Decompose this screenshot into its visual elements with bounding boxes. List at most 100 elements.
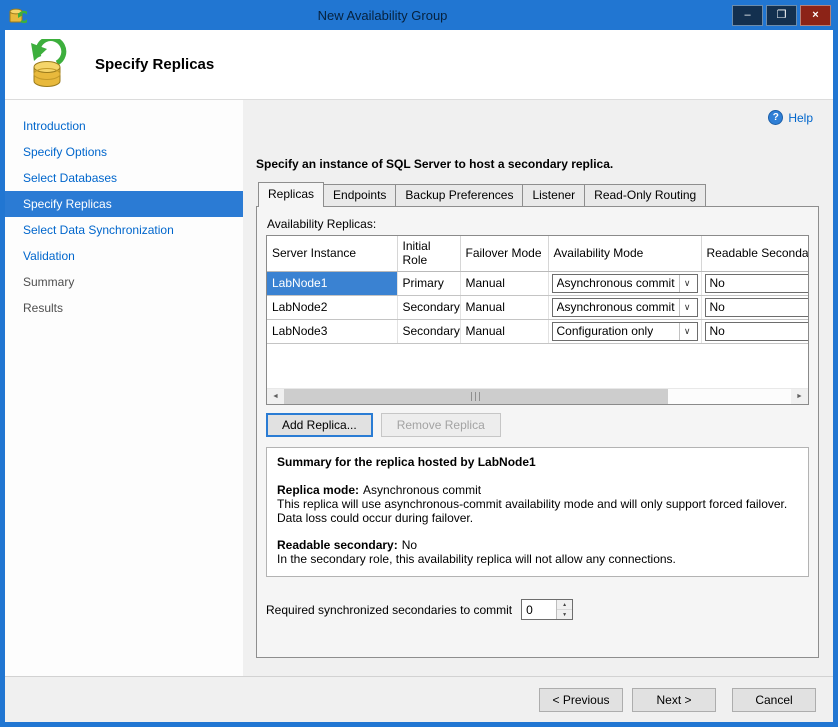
cell-readable-secondary: No	[701, 319, 809, 343]
window-body: Specify Replicas Introduction Specify Op…	[5, 30, 833, 722]
readable-secondary-description: In the secondary role, this availability…	[277, 552, 798, 566]
tab-listener[interactable]: Listener	[522, 184, 585, 206]
previous-button[interactable]: < Previous	[539, 688, 623, 712]
readable-secondary-value: No	[710, 276, 725, 290]
column-header-server-instance[interactable]: Server Instance	[267, 236, 397, 271]
availability-mode-dropdown[interactable]: Asynchronous commit ∨	[552, 274, 698, 293]
replica-summary-box: Summary for the replica hosted by LabNod…	[266, 447, 809, 577]
sidebar-item-select-data-synchronization[interactable]: Select Data Synchronization	[5, 217, 243, 243]
readable-secondary-value: No	[710, 300, 725, 314]
cell-failover-mode: Manual	[460, 271, 548, 295]
cell-initial-role: Secondary	[397, 295, 460, 319]
sidebar-item-select-databases[interactable]: Select Databases	[5, 165, 243, 191]
scroll-right-icon[interactable]: ►	[791, 389, 808, 404]
readable-secondary-line: Readable secondary: No	[277, 538, 798, 552]
titlebar[interactable]: New Availability Group – ❐ ×	[0, 0, 838, 30]
cell-server-instance[interactable]: LabNode2	[267, 295, 397, 319]
table-header-row: Server Instance Initial Role Failover Mo…	[267, 236, 809, 271]
tab-backup-preferences[interactable]: Backup Preferences	[395, 184, 523, 206]
cell-server-instance[interactable]: LabNode1	[267, 271, 397, 295]
column-header-initial-role[interactable]: Initial Role	[397, 236, 460, 271]
replica-mode-line: Replica mode: Asynchronous commit	[277, 483, 798, 497]
help-link[interactable]: ? Help	[768, 110, 813, 125]
replica-mode-value: Asynchronous commit	[363, 483, 481, 497]
tab-endpoints[interactable]: Endpoints	[323, 184, 396, 206]
availability-replicas-grid: Server Instance Initial Role Failover Mo…	[266, 235, 809, 405]
tab-strip: Replicas Endpoints Backup Preferences Li…	[256, 184, 819, 206]
sidebar-item-summary: Summary	[5, 269, 243, 295]
table-row[interactable]: LabNode1 Primary Manual Asynchronous com…	[267, 271, 809, 295]
replica-mode-description: This replica will use asynchronous-commi…	[277, 497, 798, 525]
chevron-down-icon: ∨	[679, 299, 695, 316]
replica-actions: Add Replica... Remove Replica	[266, 413, 809, 437]
horizontal-scrollbar[interactable]: ◄ ►	[267, 388, 808, 404]
column-header-readable-secondary[interactable]: Readable Secondary	[701, 236, 809, 271]
minimize-button[interactable]: –	[732, 5, 763, 26]
wizard-content: Introduction Specify Options Select Data…	[5, 100, 833, 676]
cell-server-instance[interactable]: LabNode3	[267, 319, 397, 343]
sidebar-item-validation[interactable]: Validation	[5, 243, 243, 269]
cell-initial-role: Secondary	[397, 319, 460, 343]
maximize-icon: ❐	[777, 10, 787, 21]
cell-availability-mode: Asynchronous commit ∨	[548, 295, 701, 319]
wizard-footer: < Previous Next > Cancel	[5, 676, 833, 722]
sidebar-item-specify-replicas[interactable]: Specify Replicas	[5, 191, 243, 217]
stepper-down-icon[interactable]: ▼	[557, 610, 572, 619]
replicas-tab-page: Availability Replicas: Server Instance I…	[256, 206, 819, 658]
instruction-text: Specify an instance of SQL Server to hos…	[256, 157, 819, 171]
readable-secondary-dropdown[interactable]: No	[705, 322, 810, 341]
help-label: Help	[788, 111, 813, 125]
required-secondaries-row: Required synchronized secondaries to com…	[266, 599, 809, 620]
cell-readable-secondary: No	[701, 271, 809, 295]
chevron-down-icon: ∨	[679, 275, 695, 292]
add-replica-button[interactable]: Add Replica...	[266, 413, 373, 437]
required-secondaries-input[interactable]	[522, 600, 556, 619]
close-icon: ×	[812, 10, 818, 21]
table-row[interactable]: LabNode2 Secondary Manual Asynchronous c…	[267, 295, 809, 319]
replica-mode-label: Replica mode:	[277, 483, 359, 497]
remove-replica-button: Remove Replica	[381, 413, 501, 437]
availability-mode-value: Asynchronous commit	[557, 300, 675, 314]
readable-secondary-label: Readable secondary:	[277, 538, 398, 552]
availability-mode-dropdown[interactable]: Configuration only ∨	[552, 322, 698, 341]
summary-title: Summary for the replica hosted by LabNod…	[277, 455, 798, 469]
readable-secondary-summary-value: No	[402, 538, 417, 552]
cell-readable-secondary: No	[701, 295, 809, 319]
maximize-button[interactable]: ❐	[766, 5, 797, 26]
next-button[interactable]: Next >	[632, 688, 716, 712]
cancel-button[interactable]: Cancel	[732, 688, 816, 712]
cell-availability-mode: Asynchronous commit ∨	[548, 271, 701, 295]
cell-failover-mode: Manual	[460, 295, 548, 319]
availability-mode-value: Asynchronous commit	[557, 276, 675, 290]
wizard-steps-sidebar: Introduction Specify Options Select Data…	[5, 100, 243, 676]
sidebar-item-introduction[interactable]: Introduction	[5, 113, 243, 139]
scrollbar-thumb[interactable]	[284, 389, 668, 404]
wizard-header: Specify Replicas	[5, 30, 833, 100]
new-availability-group-window: New Availability Group – ❐ × Specify Rep…	[0, 0, 838, 727]
scrollbar-track[interactable]	[668, 389, 791, 404]
readable-secondary-dropdown[interactable]: No	[705, 274, 810, 293]
availability-mode-value: Configuration only	[557, 324, 654, 338]
main-panel: ? Help Specify an instance of SQL Server…	[243, 100, 833, 676]
tab-replicas[interactable]: Replicas	[258, 182, 324, 207]
column-header-availability-mode[interactable]: Availability Mode	[548, 236, 701, 271]
sidebar-item-specify-options[interactable]: Specify Options	[5, 139, 243, 165]
window-title: New Availability Group	[33, 8, 732, 23]
availability-mode-dropdown[interactable]: Asynchronous commit ∨	[552, 298, 698, 317]
stepper-buttons: ▲ ▼	[556, 600, 572, 619]
readable-secondary-dropdown[interactable]: No	[705, 298, 810, 317]
replicas-page-icon	[23, 39, 71, 91]
close-button[interactable]: ×	[800, 5, 831, 26]
cell-initial-role: Primary	[397, 271, 460, 295]
column-header-failover-mode[interactable]: Failover Mode	[460, 236, 548, 271]
cell-failover-mode: Manual	[460, 319, 548, 343]
stepper-up-icon[interactable]: ▲	[557, 600, 572, 610]
availability-replicas-label: Availability Replicas:	[267, 217, 809, 231]
tab-read-only-routing[interactable]: Read-Only Routing	[584, 184, 706, 206]
required-secondaries-stepper[interactable]: ▲ ▼	[521, 599, 573, 620]
table-row[interactable]: LabNode3 Secondary Manual Configuration …	[267, 319, 809, 343]
help-icon: ?	[768, 110, 783, 125]
required-secondaries-label: Required synchronized secondaries to com…	[266, 603, 512, 617]
scroll-left-icon[interactable]: ◄	[267, 389, 284, 404]
chevron-down-icon: ∨	[679, 323, 695, 340]
